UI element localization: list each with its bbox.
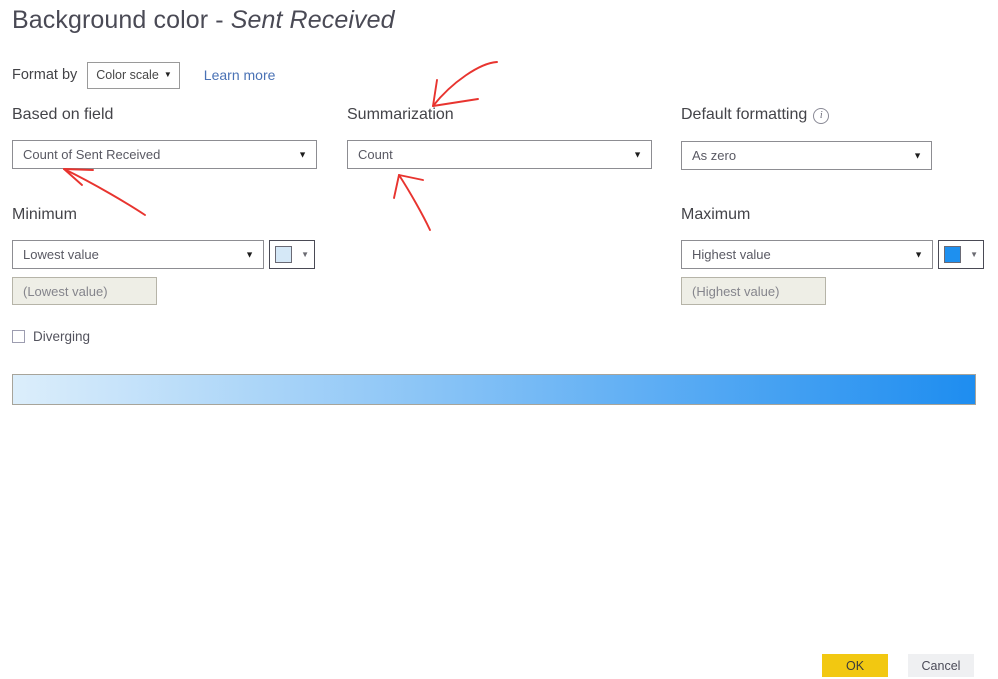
based-on-field-select[interactable]: Count of Sent Received ▼ xyxy=(12,140,317,169)
annotation-arrow-1-head-a xyxy=(432,79,438,107)
maximum-select[interactable]: Highest value ▼ xyxy=(681,240,933,269)
maximum-value: Highest value xyxy=(692,247,771,262)
format-by-select[interactable]: Color scale ▼ xyxy=(87,61,180,89)
background-color-dialog: Background color - Sent Received Format … xyxy=(0,0,998,679)
based-on-field-value: Count of Sent Received xyxy=(23,147,161,162)
ok-button-label: OK xyxy=(845,658,865,673)
cancel-button-label: Cancel xyxy=(921,658,961,673)
ok-button[interactable]: OK xyxy=(822,654,888,677)
format-by-value: Color scale xyxy=(96,68,159,82)
minimum-value: Lowest value xyxy=(23,247,99,262)
default-formatting-value: As zero xyxy=(692,148,737,163)
annotation-arrow-1-shaft xyxy=(432,61,498,107)
summarization-value: Count xyxy=(358,147,393,162)
minimum-color-swatch xyxy=(275,246,292,263)
minimum-value-input[interactable]: (Lowest value) xyxy=(12,277,157,305)
learn-more-link[interactable]: Learn more xyxy=(204,67,276,83)
annotation-arrow-2-head-b xyxy=(63,168,94,171)
default-formatting-text: Default formatting xyxy=(681,106,808,123)
chevron-down-icon: ▼ xyxy=(163,70,172,79)
format-by-row: Format by Color scale ▼ Learn more xyxy=(12,60,275,90)
annotation-arrow-2-head-a xyxy=(63,168,83,186)
maximum-label: Maximum xyxy=(681,206,751,223)
minimum-select[interactable]: Lowest value ▼ xyxy=(12,240,264,269)
page-title-field: Sent Received xyxy=(230,6,395,34)
summarization-label: Summarization xyxy=(347,106,454,123)
summarization-select[interactable]: Count ▼ xyxy=(347,140,652,169)
cancel-button[interactable]: Cancel xyxy=(908,654,974,677)
page-title: Background color - Sent Received xyxy=(12,6,395,35)
chevron-down-icon: ▼ xyxy=(914,249,923,259)
default-formatting-select[interactable]: As zero ▼ xyxy=(681,141,932,170)
maximum-value-placeholder: (Highest value) xyxy=(692,283,780,299)
chevron-down-icon: ▼ xyxy=(301,249,309,259)
chevron-down-icon: ▼ xyxy=(970,249,978,259)
minimum-value-placeholder: (Lowest value) xyxy=(23,283,108,299)
maximum-color-picker[interactable]: ▼ xyxy=(938,240,984,269)
maximum-value-input[interactable]: (Highest value) xyxy=(681,277,826,305)
chevron-down-icon: ▼ xyxy=(245,249,254,259)
diverging-label: Diverging xyxy=(33,329,91,344)
chevron-down-icon: ▼ xyxy=(633,149,642,159)
color-scale-gradient-preview xyxy=(12,374,976,405)
diverging-checkbox-row[interactable]: Diverging xyxy=(12,329,90,344)
minimum-color-picker[interactable]: ▼ xyxy=(269,240,315,269)
annotation-arrows-overlay xyxy=(63,61,498,231)
format-by-label: Format by xyxy=(12,67,78,83)
chevron-down-icon: ▼ xyxy=(913,150,922,160)
maximum-color-swatch xyxy=(944,246,961,263)
based-on-field-label: Based on field xyxy=(12,106,114,123)
annotation-arrow-3-shaft xyxy=(398,174,431,231)
minimum-label: Minimum xyxy=(12,206,77,223)
annotation-arrow-3-head-b xyxy=(398,174,424,181)
info-icon[interactable]: i xyxy=(813,108,830,124)
page-title-prefix: Background color - xyxy=(12,6,231,34)
annotation-arrow-3-head-a xyxy=(393,174,400,199)
chevron-down-icon: ▼ xyxy=(298,149,307,159)
default-formatting-label: Default formatting i xyxy=(681,106,830,124)
annotation-arrow-1-head-b xyxy=(432,98,479,107)
diverging-checkbox[interactable] xyxy=(12,330,25,343)
